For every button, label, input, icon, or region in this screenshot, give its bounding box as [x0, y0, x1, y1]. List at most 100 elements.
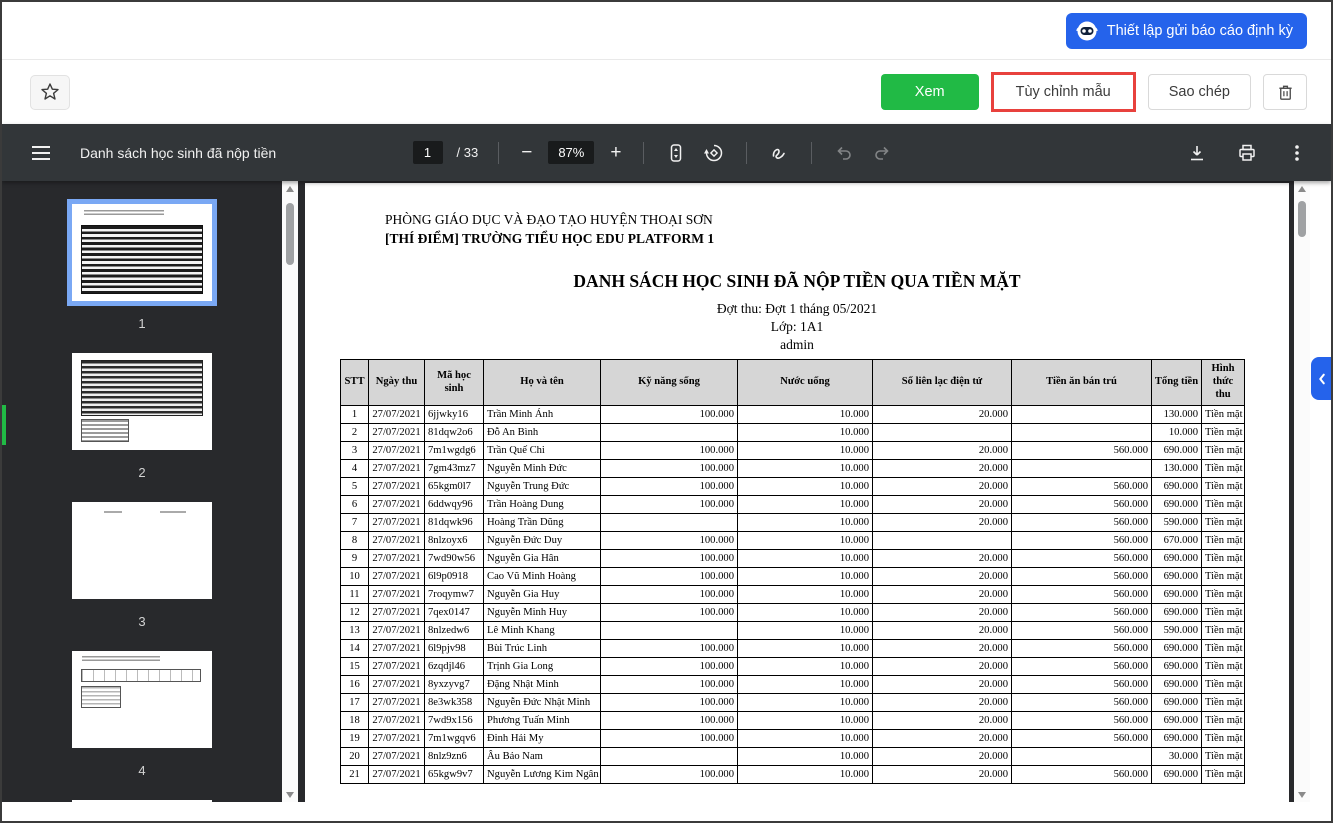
trash-icon: [1276, 83, 1295, 102]
scroll-up-arrow[interactable]: [1294, 181, 1310, 196]
delete-button[interactable]: [1263, 74, 1307, 110]
fit-page-button[interactable]: [664, 141, 688, 165]
page-total: / 33: [457, 145, 479, 160]
menu-button[interactable]: [30, 144, 52, 162]
document-view: PHÒNG GIÁO DỤC VÀ ĐẠO TẠO HUYỆN THOẠI SƠ…: [298, 181, 1294, 802]
table-cell: 27/07/2021: [369, 478, 425, 496]
table-cell: 65kgw9v7: [425, 766, 484, 784]
table-cell: Trần Minh Ánh: [484, 406, 601, 424]
table-row: 127/07/20216jjwky16Trần Minh Ánh100.0001…: [341, 406, 1245, 424]
page-number-input[interactable]: [413, 141, 443, 164]
app-window: Thiết lập gửi báo cáo định kỳ Xem Tùy ch…: [0, 0, 1333, 823]
table-cell: 10: [341, 568, 369, 586]
pen-squiggle-icon: [769, 143, 789, 163]
table-row: 1327/07/20218nlzedw6Lê Minh Khang10.0002…: [341, 622, 1245, 640]
table-cell: Tiền mặt: [1202, 550, 1245, 568]
undo-button[interactable]: [832, 141, 856, 165]
thumbnail-item-page-2[interactable]: 2: [2, 353, 282, 481]
table-cell: 560.000: [1012, 496, 1152, 514]
table-cell: 100.000: [601, 604, 738, 622]
robot-icon: [1076, 20, 1098, 42]
table-cell: Tiền mặt: [1202, 676, 1245, 694]
scrollbar-thumb[interactable]: [286, 203, 294, 265]
table-header-row: STTNgày thuMã học sinhHọ và tênKỹ năng s…: [341, 360, 1245, 406]
table-cell: 560.000: [1012, 622, 1152, 640]
scroll-up-arrow[interactable]: [282, 181, 298, 196]
setup-report-button[interactable]: Thiết lập gửi báo cáo định kỳ: [1066, 13, 1307, 49]
table-cell: Tiền mặt: [1202, 622, 1245, 640]
zoom-out-button[interactable]: −: [519, 141, 534, 164]
table-cell: 10.000: [1152, 424, 1202, 442]
table-cell: 7wd90w56: [425, 550, 484, 568]
scroll-down-arrow[interactable]: [1294, 787, 1310, 802]
table-cell: Tiền mặt: [1202, 604, 1245, 622]
thumbnail-item-page-4[interactable]: 4: [2, 651, 282, 779]
thumbnail-page-number: 2: [138, 465, 145, 481]
bottom-strip: [2, 802, 1331, 821]
scrollbar-thumb[interactable]: [1298, 201, 1306, 237]
pdf-toolbar: Danh sách học sinh đã nộp tiền / 33 − 87…: [2, 124, 1331, 181]
table-cell: 100.000: [601, 532, 738, 550]
table-cell: Nguyễn Lương Kim Ngân: [484, 766, 601, 784]
print-button[interactable]: [1235, 141, 1259, 165]
annotate-button[interactable]: [767, 141, 791, 165]
table-cell: 690.000: [1152, 694, 1202, 712]
table-cell: 130.000: [1152, 406, 1202, 424]
thumbnail-item-page-1[interactable]: 1: [2, 204, 282, 332]
table-cell: 100.000: [601, 676, 738, 694]
table-cell: 10.000: [738, 604, 873, 622]
table-cell: 20.000: [873, 460, 1012, 478]
sidebar-scrollbar[interactable]: [282, 181, 298, 802]
table-row: 727/07/202181dqwk96Hoàng Trần Dũng10.000…: [341, 514, 1245, 532]
table-cell: 100.000: [601, 406, 738, 424]
toolbar-divider: [746, 142, 747, 164]
collapse-panel-tab[interactable]: [1311, 357, 1333, 400]
thumbnail-item-page-3[interactable]: 3: [2, 502, 282, 630]
mini-strip: [81, 669, 201, 682]
thumbnail-page-5-partial[interactable]: [72, 800, 212, 802]
toolbar-divider: [643, 142, 644, 164]
table-cell: 20.000: [873, 478, 1012, 496]
table-row: 1027/07/20216l9p0918Cao Vũ Minh Hoàng100…: [341, 568, 1245, 586]
table-cell: 10.000: [738, 478, 873, 496]
table-cell: 8nlzoyx6: [425, 532, 484, 550]
table-cell: 560.000: [1012, 730, 1152, 748]
redo-button[interactable]: [870, 141, 894, 165]
table-cell: 690.000: [1152, 568, 1202, 586]
table-cell: 15: [341, 658, 369, 676]
table-cell: Trịnh Gia Long: [484, 658, 601, 676]
table-cell: 690.000: [1152, 586, 1202, 604]
table-cell: 8nlzedw6: [425, 622, 484, 640]
table-cell: 6: [341, 496, 369, 514]
table-cell: [601, 514, 738, 532]
main-scrollbar[interactable]: [1294, 181, 1310, 802]
org-line-2: [THÍ ĐIỂM] TRƯỜNG TIỂU HỌC EDU PLATFORM …: [385, 229, 714, 248]
column-header: Hình thức thu: [1202, 360, 1245, 406]
table-cell: 27/07/2021: [369, 496, 425, 514]
right-rail: [1310, 181, 1331, 802]
download-button[interactable]: [1185, 141, 1209, 165]
table-cell: 20.000: [873, 496, 1012, 514]
table-cell: 2: [341, 424, 369, 442]
table-cell: 560.000: [1012, 442, 1152, 460]
table-cell: 30.000: [1152, 748, 1202, 766]
table-cell: Tiền mặt: [1202, 478, 1245, 496]
scroll-down-arrow[interactable]: [282, 787, 298, 802]
table-cell: 560.000: [1012, 532, 1152, 550]
column-header: Mã học sinh: [425, 360, 484, 406]
view-button[interactable]: Xem: [881, 74, 979, 110]
thumbnail-page-preview: [72, 353, 212, 450]
customize-template-button[interactable]: Tùy chỉnh mẫu: [996, 77, 1131, 107]
favorite-button[interactable]: [30, 75, 70, 110]
copy-button[interactable]: Sao chép: [1148, 74, 1251, 110]
table-cell: [873, 424, 1012, 442]
table-cell: Nguyễn Gia Hân: [484, 550, 601, 568]
table-cell: 17: [341, 694, 369, 712]
zoom-in-button[interactable]: +: [608, 141, 623, 164]
table-cell: 590.000: [1152, 514, 1202, 532]
rotate-button[interactable]: [702, 141, 726, 165]
org-line-1: PHÒNG GIÁO DỤC VÀ ĐẠO TẠO HUYỆN THOẠI SƠ…: [385, 210, 714, 229]
more-options-button[interactable]: [1285, 141, 1309, 165]
table-cell: 690.000: [1152, 496, 1202, 514]
table-cell: 12: [341, 604, 369, 622]
